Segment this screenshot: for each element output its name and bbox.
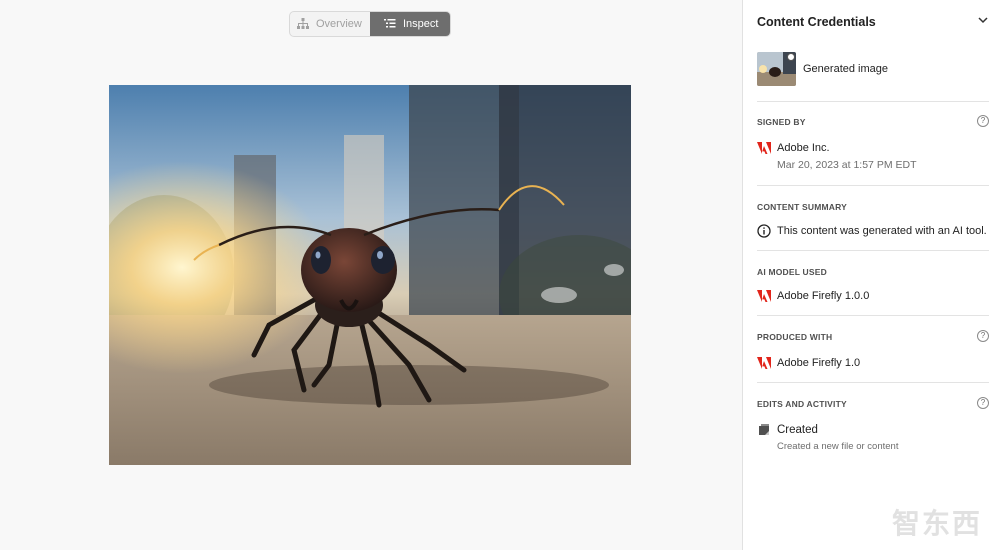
content-summary-label: CONTENT SUMMARY	[757, 202, 848, 212]
watermark-logo: 智东西	[891, 507, 982, 540]
edit-description: Created a new file or content	[777, 441, 899, 452]
ant-photo	[109, 85, 631, 465]
ai-model-section: AI MODEL USED Adobe Firefly 1.0.0	[757, 267, 989, 303]
edit-action: Created	[777, 424, 818, 436]
edits-row: Created	[757, 423, 989, 437]
tab-overview-label: Overview	[316, 18, 362, 30]
divider	[757, 382, 989, 383]
main-area: Overview Inspect	[0, 0, 742, 550]
info-icon	[757, 224, 771, 238]
panel-header: Content Credentials	[757, 13, 989, 29]
panel-title: Content Credentials	[757, 15, 876, 29]
help-icon[interactable]: ?	[977, 330, 989, 342]
credential-badge-icon	[787, 53, 795, 61]
help-icon[interactable]: ?	[977, 115, 989, 127]
produced-with-row: Adobe Firefly 1.0	[757, 356, 989, 370]
list-icon	[383, 19, 396, 28]
created-icon	[759, 424, 769, 435]
tab-overview[interactable]: Overview	[290, 12, 370, 36]
view-toggle: Overview Inspect	[289, 11, 451, 37]
divider	[757, 315, 989, 316]
signed-date: Mar 20, 2023 at 1:57 PM EDT	[777, 159, 917, 171]
inspected-image	[109, 85, 631, 465]
adobe-icon	[757, 290, 771, 302]
divider	[757, 185, 989, 186]
content-summary-section: CONTENT SUMMARY This content was generat…	[757, 202, 989, 238]
content-summary-text: This content was generated with an AI to…	[777, 225, 987, 237]
tab-inspect[interactable]: Inspect	[369, 12, 450, 36]
divider	[757, 101, 989, 102]
produced-with-value: Adobe Firefly 1.0	[777, 357, 861, 369]
tab-inspect-label: Inspect	[402, 18, 439, 30]
content-summary-row: This content was generated with an AI to…	[757, 224, 989, 238]
signer-name: Adobe Inc.	[777, 142, 830, 154]
produced-with-label: PRODUCED WITH	[757, 332, 833, 342]
edits-section: EDITS AND ACTIVITY ? Created Created a n…	[757, 397, 989, 452]
signed-by-section: SIGNED BY ? Adobe Inc. Mar 20, 2023 at 1…	[757, 115, 989, 171]
ai-model-row: Adobe Firefly 1.0.0	[757, 289, 989, 303]
produced-with-section: PRODUCED WITH ? Adobe Firefly 1.0	[757, 330, 989, 370]
hierarchy-icon	[297, 18, 309, 29]
asset-summary[interactable]: Generated image	[757, 51, 989, 87]
ai-model-value: Adobe Firefly 1.0.0	[777, 290, 870, 302]
divider	[757, 250, 989, 251]
asset-thumbnail	[757, 52, 796, 86]
ai-model-label: AI MODEL USED	[757, 267, 827, 277]
edits-label: EDITS AND ACTIVITY	[757, 399, 847, 409]
signer-row: Adobe Inc.	[757, 141, 989, 155]
adobe-icon	[757, 142, 771, 154]
content-credentials-panel: Content Credentials Generated image SIGN…	[742, 0, 1000, 550]
signed-by-label: SIGNED BY	[757, 117, 806, 127]
chevron-down-icon[interactable]	[977, 14, 989, 26]
adobe-icon	[757, 357, 771, 369]
asset-title: Generated image	[803, 63, 888, 75]
help-icon[interactable]: ?	[977, 397, 989, 409]
